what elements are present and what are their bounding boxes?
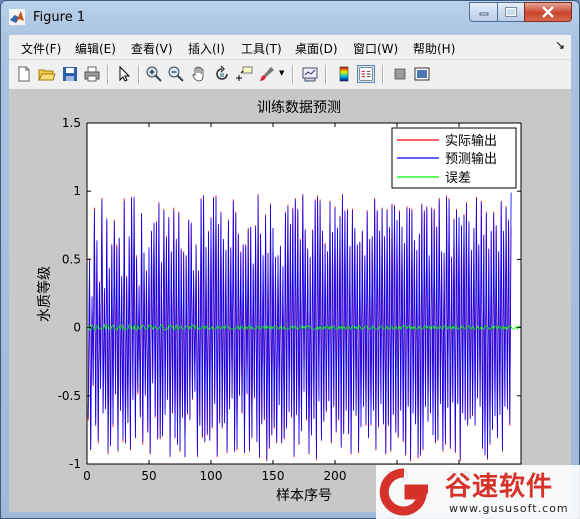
minimize-button[interactable] bbox=[469, 2, 498, 22]
close-button[interactable] bbox=[524, 2, 572, 22]
menu-help[interactable]: 帮助(H) bbox=[413, 40, 455, 57]
menu-window[interactable]: 窗口(W) bbox=[353, 40, 398, 57]
new-figure-icon[interactable] bbox=[15, 65, 33, 83]
menu-tools[interactable]: 工具(T) bbox=[241, 40, 282, 57]
link-plot-icon[interactable] bbox=[301, 65, 319, 83]
maximize-button[interactable] bbox=[497, 2, 525, 22]
watermark-url: www.gususoft.com bbox=[449, 502, 569, 515]
x-tick-label: 150 bbox=[262, 469, 285, 483]
menu-edit[interactable]: 编辑(E) bbox=[75, 40, 116, 57]
rotate-3d-icon[interactable] bbox=[213, 65, 231, 83]
hide-plot-tools-icon[interactable] bbox=[391, 65, 409, 83]
zoom-in-icon[interactable] bbox=[145, 65, 163, 83]
toolbar-separator bbox=[325, 65, 327, 84]
pan-hand-icon[interactable] bbox=[190, 65, 208, 83]
menu-bar: 文件(F) 编辑(E) 查看(V) 插入(I) 工具(T) 桌面(D) 窗口(W… bbox=[9, 35, 571, 60]
y-tick-label: 1.5 bbox=[62, 116, 81, 130]
x-tick-label: 200 bbox=[324, 469, 347, 483]
toolbar-separator bbox=[292, 65, 294, 84]
x-tick-label: 50 bbox=[141, 469, 156, 483]
zoom-out-icon[interactable] bbox=[167, 65, 185, 83]
y-tick-label: -1 bbox=[69, 457, 81, 471]
toolbar-separator bbox=[107, 65, 109, 84]
data-cursor-icon[interactable] bbox=[236, 65, 254, 83]
legend-icon[interactable] bbox=[357, 65, 375, 83]
x-tick-label: 100 bbox=[200, 469, 223, 483]
y-tick-label: 0 bbox=[73, 321, 81, 335]
y-axis-label: 水质等级 bbox=[36, 266, 53, 322]
legend[interactable]: 实际输出 预测输出 误差 bbox=[391, 127, 517, 189]
legend-label-predicted: 预测输出 bbox=[445, 151, 497, 167]
watermark-text: 谷速软件 bbox=[445, 472, 554, 502]
brush-dropdown-icon[interactable]: ▼ bbox=[279, 69, 287, 77]
figure-toolbar: ▼ bbox=[9, 60, 571, 90]
window-title: Figure 1 bbox=[33, 10, 86, 25]
brush-icon[interactable] bbox=[258, 65, 276, 83]
line-chart: 训练数据预测 050100150200250300-1-0.500.511.5 … bbox=[36, 100, 522, 504]
menu-file[interactable]: 文件(F) bbox=[21, 40, 61, 57]
menu-desktop[interactable]: 桌面(D) bbox=[295, 40, 338, 57]
menu-view[interactable]: 查看(V) bbox=[131, 40, 173, 57]
figure-canvas: 训练数据预测 050100150200250300-1-0.500.511.5 … bbox=[9, 90, 571, 512]
y-tick-label: 1 bbox=[73, 184, 81, 198]
title-bar[interactable]: Figure 1 bbox=[1, 1, 579, 35]
x-tick-label: 0 bbox=[83, 469, 91, 483]
toolbar-separator bbox=[382, 65, 384, 84]
show-plot-tools-icon[interactable] bbox=[413, 65, 431, 83]
y-tick-label: 0.5 bbox=[62, 252, 81, 266]
matlab-logo-icon bbox=[9, 9, 25, 25]
save-icon[interactable] bbox=[61, 65, 79, 83]
close-icon bbox=[542, 6, 554, 18]
open-file-icon[interactable] bbox=[38, 65, 56, 83]
chart-title: 训练数据预测 bbox=[257, 100, 341, 116]
toolbar-separator bbox=[138, 65, 140, 84]
colorbar-icon[interactable] bbox=[335, 65, 353, 83]
menu-insert[interactable]: 插入(I) bbox=[188, 40, 225, 57]
print-icon[interactable] bbox=[83, 65, 101, 83]
y-tick-label: -0.5 bbox=[58, 389, 81, 403]
legend-label-error: 误差 bbox=[445, 171, 471, 186]
legend-label-actual: 实际输出 bbox=[445, 133, 497, 149]
x-axis-label: 样本序号 bbox=[276, 488, 332, 504]
maximize-icon bbox=[505, 7, 517, 17]
menubar-dock-icon[interactable]: ↘ bbox=[555, 38, 565, 52]
select-arrow-icon[interactable] bbox=[115, 65, 133, 83]
figure-window: Figure 1 文件(F) 编辑(E) 查看(V) 插入(I) 工具(T) 桌… bbox=[0, 0, 580, 519]
minimize-icon bbox=[479, 12, 488, 16]
